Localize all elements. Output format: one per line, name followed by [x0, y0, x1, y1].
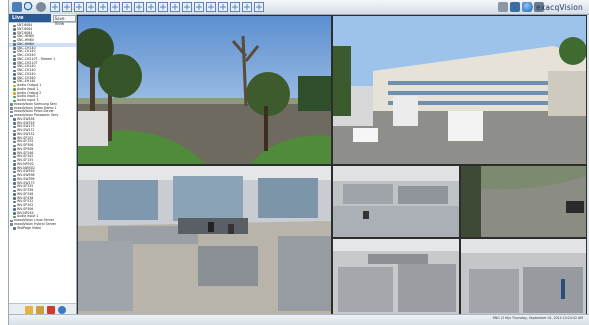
camera-icon: [13, 43, 16, 46]
lock-icon[interactable]: [36, 305, 44, 314]
camera-icon: [13, 129, 16, 133]
tools-icon[interactable]: [498, 2, 508, 12]
camera-tile-palm-trees[interactable]: [77, 15, 332, 165]
monitor-icon[interactable]: [12, 2, 22, 12]
save-view-button[interactable]: Save View: [52, 14, 76, 26]
layout-grid-button[interactable]: [206, 2, 216, 12]
camera-icon: [13, 197, 16, 200]
parking-lot-scene: [461, 166, 586, 237]
layout-grid-button[interactable]: [74, 2, 84, 12]
camera-icon: [13, 39, 16, 43]
layout-grid-button[interactable]: [50, 2, 60, 12]
camera-icon: [13, 204, 16, 208]
layout-grid-button[interactable]: [134, 2, 144, 12]
cubicles-bottom-scene: [461, 239, 586, 314]
gear-icon[interactable]: [36, 2, 46, 12]
server-icon: [10, 107, 13, 110]
server-icon: [10, 103, 13, 106]
layout-grid-button[interactable]: [110, 2, 120, 12]
layout-grid-button[interactable]: [62, 2, 72, 12]
camera-icon: [13, 28, 16, 31]
camera-tile-office-building[interactable]: [332, 15, 587, 165]
status-bar: RNG (3 fd)s Thursday, September 04, 2014…: [9, 314, 589, 325]
layout-grid-button[interactable]: [242, 2, 252, 12]
camera-icon: [13, 208, 16, 211]
camera-tile-office-cubicles-mid[interactable]: [332, 238, 460, 315]
camera-icon: [13, 152, 16, 155]
camera-tile-office-floor-large[interactable]: [77, 165, 332, 315]
camera-icon: [13, 62, 16, 65]
palm-trees-scene: [78, 16, 331, 164]
video-grid: [77, 15, 587, 315]
camera-icon: [13, 193, 16, 196]
camera-tree-panel: Live Cameras Save View SNT-6084 SNT-6084 S…: [9, 14, 77, 315]
office-floor-scene: [78, 166, 331, 314]
layout-grid-button[interactable]: [122, 2, 132, 12]
tree-item-label: TestPage Video: [17, 225, 41, 230]
layout-grid-button[interactable]: [170, 2, 180, 12]
output-icon: [13, 92, 16, 95]
cubicles-top-scene: [333, 166, 459, 237]
globe-icon: [523, 2, 534, 12]
layout-grid-button[interactable]: [182, 2, 192, 12]
camera-icon: [13, 178, 16, 181]
camera-icon: [13, 174, 16, 178]
camera-icon: [13, 227, 16, 230]
server-icon: [10, 223, 13, 226]
camera-icon: [13, 58, 16, 61]
camera-icon: [13, 159, 16, 163]
exacqvision-client-window: exacqVision Live Cameras Save View SNT-6…: [8, 0, 589, 325]
layout-grid-button[interactable]: [194, 2, 204, 12]
layout-grid-button[interactable]: [158, 2, 168, 12]
audio-icon: [13, 88, 16, 91]
camera-icon: [13, 24, 16, 28]
brand-logo: exacqVision: [523, 1, 583, 13]
camera-icon: [13, 73, 16, 76]
camera-icon: [13, 47, 16, 50]
brand-name: exacqVision: [536, 2, 583, 12]
help-icon[interactable]: [58, 305, 66, 314]
layout-grid-button[interactable]: [218, 2, 228, 12]
server-icon: [10, 114, 13, 118]
server-icon: [10, 110, 13, 114]
tab-live-cameras[interactable]: Live Cameras: [9, 14, 51, 29]
cubicles-mid-scene: [333, 239, 459, 314]
layout-grid-button[interactable]: [254, 2, 264, 12]
office-building-scene: [333, 16, 586, 164]
camera-tile-office-cubicles-bottom[interactable]: [460, 238, 587, 315]
camera-icon: [13, 144, 16, 148]
main-toolbar: exacqVision: [9, 0, 589, 15]
camera-icon: [13, 122, 16, 125]
camera-icon[interactable]: [510, 2, 520, 12]
camera-icon: [13, 118, 16, 121]
camera-icon: [13, 163, 16, 166]
camera-icon: [13, 69, 16, 73]
layout-grid-button[interactable]: [98, 2, 108, 12]
search-icon[interactable]: [24, 2, 34, 12]
folder-icon[interactable]: [25, 305, 33, 314]
camera-tile-office-cubicles-top[interactable]: [332, 165, 460, 238]
camera-icon: [13, 137, 16, 140]
sidebar-tabs: Live Cameras Save View: [9, 14, 76, 29]
camera-tree: SNT-6084 SNT-6084 SNT-6084 SNC-HM80 SNC-HM80…: [9, 23, 76, 230]
camera-tile-parking-lot[interactable]: [460, 165, 587, 238]
layout-grid-button[interactable]: [230, 2, 240, 12]
camera-icon: [13, 32, 16, 35]
tree-camera-item[interactable]: TestPage Video: [9, 225, 76, 231]
camera-icon: [13, 182, 16, 185]
camera-icon: [13, 133, 16, 136]
layout-grid-button[interactable]: [146, 2, 156, 12]
camera-icon: [13, 54, 16, 58]
layout-grid-button[interactable]: [86, 2, 96, 12]
alarm-icon[interactable]: [47, 305, 55, 314]
server-icon: [10, 219, 13, 223]
status-datetime: RNG (3 fd)s Thursday, September 04, 2014…: [492, 316, 583, 320]
camera-icon: [13, 212, 16, 215]
camera-icon: [13, 189, 16, 193]
camera-icon: [13, 77, 16, 80]
camera-icon: [13, 148, 16, 151]
camera-icon: [13, 167, 16, 170]
output-icon: [13, 84, 16, 88]
